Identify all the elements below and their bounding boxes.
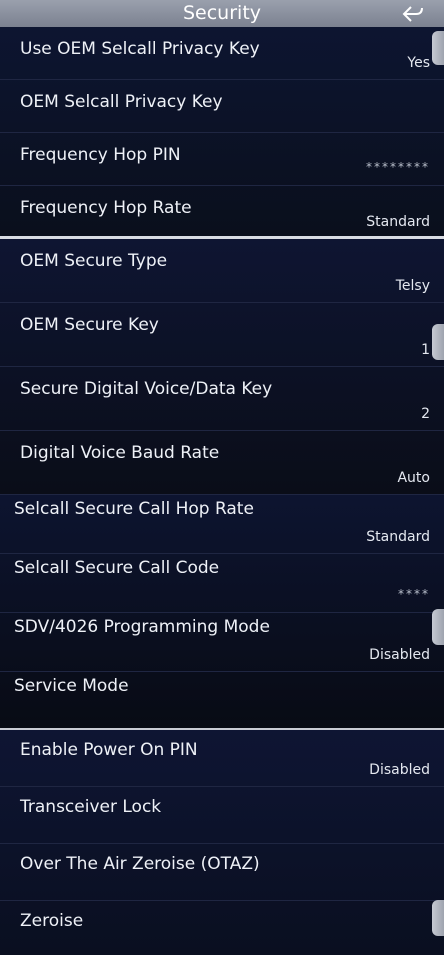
setting-value: 2 xyxy=(421,406,430,422)
setting-frequency-hop-rate[interactable]: Frequency Hop Rate Standard xyxy=(0,186,444,236)
settings-panel-3: Selcall Secure Call Hop Rate Standard Se… xyxy=(0,495,444,729)
setting-value: Disabled xyxy=(369,762,430,778)
setting-label: Frequency Hop PIN xyxy=(20,145,181,165)
scrollbar-thumb[interactable] xyxy=(432,324,444,360)
header-bar: Security xyxy=(0,0,444,27)
setting-label: Enable Power On PIN xyxy=(20,740,198,760)
setting-service-mode[interactable]: Service Mode xyxy=(0,672,444,729)
setting-transceiver-lock[interactable]: Transceiver Lock xyxy=(0,787,444,844)
setting-secure-digital-voice-data-key[interactable]: Secure Digital Voice/Data Key 2 xyxy=(0,367,444,431)
settings-panel-2: OEM Secure Type Telsy OEM Secure Key 1 S… xyxy=(0,239,444,495)
scrollbar-thumb[interactable] xyxy=(432,31,444,65)
back-arrow-icon[interactable] xyxy=(402,4,424,24)
setting-label: Service Mode xyxy=(14,676,129,696)
setting-label: Frequency Hop Rate xyxy=(20,198,192,218)
setting-oem-selcall-privacy-key[interactable]: OEM Selcall Privacy Key xyxy=(0,80,444,133)
setting-label: Secure Digital Voice/Data Key xyxy=(20,379,273,399)
scrollbar-thumb[interactable] xyxy=(432,900,444,936)
setting-use-oem-selcall-privacy-key[interactable]: Use OEM Selcall Privacy Key Yes xyxy=(0,27,444,80)
setting-digital-voice-baud-rate[interactable]: Digital Voice Baud Rate Auto xyxy=(0,431,444,495)
setting-label: Use OEM Selcall Privacy Key xyxy=(20,39,260,59)
setting-sdv-4026-programming-mode[interactable]: SDV/4026 Programming Mode Disabled xyxy=(0,613,444,672)
setting-label: OEM Secure Key xyxy=(20,315,159,335)
setting-enable-power-on-pin[interactable]: Enable Power On PIN Disabled xyxy=(0,730,444,787)
page-title: Security xyxy=(182,2,262,24)
setting-label: SDV/4026 Programming Mode xyxy=(14,617,270,637)
setting-label: Transceiver Lock xyxy=(20,797,162,817)
setting-value: **** xyxy=(398,587,430,601)
setting-value: Yes xyxy=(407,55,430,71)
setting-label: OEM Secure Type xyxy=(20,251,168,271)
setting-label: Selcall Secure Call Hop Rate xyxy=(14,499,254,519)
setting-label: Digital Voice Baud Rate xyxy=(20,443,220,463)
setting-value: Telsy xyxy=(395,278,430,294)
setting-label: Zeroise xyxy=(20,911,84,931)
setting-zeroise[interactable]: Zeroise xyxy=(0,901,444,955)
setting-label: Selcall Secure Call Code xyxy=(14,558,220,578)
setting-selcall-secure-call-hop-rate[interactable]: Selcall Secure Call Hop Rate Standard xyxy=(0,495,444,554)
setting-label: Over The Air Zeroise (OTAZ) xyxy=(20,854,260,874)
setting-oem-secure-key[interactable]: OEM Secure Key 1 xyxy=(0,303,444,367)
settings-panel-1: Use OEM Selcall Privacy Key Yes OEM Selc… xyxy=(0,27,444,236)
setting-selcall-secure-call-code[interactable]: Selcall Secure Call Code **** xyxy=(0,554,444,613)
setting-value: Standard xyxy=(366,529,430,545)
setting-value: Standard xyxy=(366,214,430,230)
settings-panel-4: Enable Power On PIN Disabled Transceiver… xyxy=(0,730,444,955)
setting-frequency-hop-pin[interactable]: Frequency Hop PIN ******** xyxy=(0,133,444,186)
setting-value: Auto xyxy=(397,470,430,486)
setting-oem-secure-type[interactable]: OEM Secure Type Telsy xyxy=(0,239,444,303)
setting-value: Disabled xyxy=(369,647,430,663)
setting-value: 1 xyxy=(421,342,430,358)
setting-value: ******** xyxy=(366,160,430,174)
scrollbar-thumb[interactable] xyxy=(432,609,444,645)
setting-label: OEM Selcall Privacy Key xyxy=(20,92,223,112)
setting-over-the-air-zeroise[interactable]: Over The Air Zeroise (OTAZ) xyxy=(0,844,444,901)
